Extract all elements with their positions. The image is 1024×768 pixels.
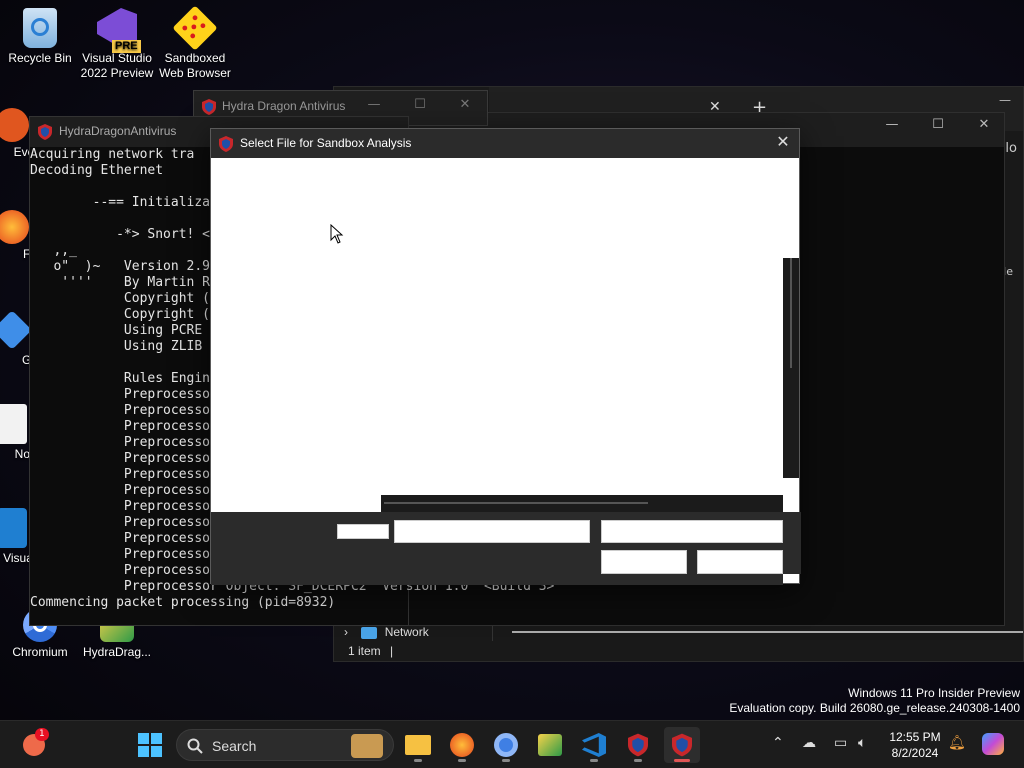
taskbar-hydradragon[interactable] <box>620 727 656 763</box>
taskbar-search[interactable]: Search <box>176 729 394 761</box>
taskbar: 1 Search ⌃ ☁ ▭ 🔈︎ 12:55 PM 8/2/2024 🔔︎ <box>0 720 1024 768</box>
desktop-icon-label: Visual Studio 2022 Preview <box>80 51 154 80</box>
open-button[interactable] <box>601 550 687 574</box>
maximize-icon[interactable]: ☐ <box>923 117 953 132</box>
app-icon <box>0 108 29 142</box>
chromium-icon <box>494 733 518 757</box>
vscode-icon <box>0 508 27 548</box>
minimize-icon[interactable]: — <box>999 93 1011 107</box>
dialog-title: Select File for Sandbox Analysis <box>240 136 412 150</box>
shield-icon <box>202 99 216 115</box>
running-indicator <box>458 759 466 762</box>
date: 8/2/2024 <box>891 746 939 760</box>
chevron-right-icon[interactable]: › <box>344 625 348 639</box>
running-indicator <box>590 759 598 762</box>
running-indicator <box>634 759 642 762</box>
desktop-icon-label: HydraDrag... <box>82 645 152 659</box>
taskbar-vscode[interactable] <box>576 727 612 763</box>
horizontal-scrollbar[interactable] <box>381 495 783 512</box>
recycle-bin-icon <box>23 8 57 48</box>
nav-item-network[interactable]: › Network <box>344 625 429 639</box>
shield-icon <box>672 733 692 757</box>
notepad-icon <box>0 404 27 444</box>
pre-badge: PRE <box>112 40 141 53</box>
minimize-icon[interactable]: — <box>359 97 389 112</box>
running-indicator <box>414 759 422 762</box>
window-title: Hydra Dragon Antivirus <box>222 99 346 113</box>
search-label: Search <box>212 738 257 754</box>
app-icon <box>538 734 562 756</box>
select-file-dialog[interactable]: Select File for Sandbox Analysis ✕ <box>210 128 801 585</box>
search-highlight-icon <box>351 734 383 758</box>
search-icon <box>187 738 203 754</box>
vscode-icon <box>582 733 606 757</box>
taskbar-firefox[interactable] <box>444 727 480 763</box>
status-bar: 1 item | <box>348 644 393 658</box>
notification-count: 1 <box>35 728 49 741</box>
clock[interactable]: 12:55 PM 8/2/2024 <box>880 729 950 761</box>
title-bar: Select File for Sandbox Analysis ✕ <box>211 129 799 158</box>
taskbar-hydradragon-active[interactable] <box>664 727 700 763</box>
running-indicator <box>502 759 510 762</box>
vertical-scrollbar[interactable] <box>783 258 799 478</box>
chevron-up-icon[interactable]: ⌃ <box>772 735 784 751</box>
desktop-icon-label: Chromium <box>12 645 68 659</box>
dialog-footer <box>211 512 801 574</box>
shield-icon <box>219 136 233 152</box>
desktop-icon-label: Recycle Bin <box>8 51 72 65</box>
widgets-button[interactable]: 1 <box>16 727 52 763</box>
cloud-icon[interactable]: ☁ <box>802 735 816 751</box>
mouse-cursor-icon <box>330 224 344 244</box>
filename-label <box>337 524 389 539</box>
divider <box>512 631 1023 633</box>
network-icon[interactable]: ▭ <box>834 735 847 751</box>
shield-icon <box>38 124 52 140</box>
partial-text: lo <box>1005 141 1017 156</box>
divider: | <box>390 644 394 658</box>
taskbar-file-explorer[interactable] <box>400 727 436 763</box>
desktop-icon-visual-studio[interactable]: PRE Visual Studio 2022 Preview <box>77 8 157 81</box>
dialog-edge <box>211 574 783 585</box>
desktop-icon-recycle-bin[interactable]: Recycle Bin <box>0 8 80 66</box>
filename-input[interactable] <box>394 520 590 543</box>
firefox-icon <box>0 210 29 244</box>
scrollbar-thumb[interactable] <box>384 502 648 504</box>
git-icon <box>0 310 32 350</box>
start-button[interactable] <box>132 727 168 763</box>
firefox-icon <box>450 733 474 757</box>
copilot-icon[interactable] <box>982 733 1004 755</box>
item-count: 1 item <box>348 644 381 658</box>
close-button[interactable]: ✕ <box>773 132 793 151</box>
scrollbar-thumb[interactable] <box>790 258 792 368</box>
shield-icon <box>628 733 648 757</box>
volume-icon[interactable]: 🔈︎ <box>858 735 866 751</box>
maximize-icon[interactable]: ☐ <box>405 97 435 112</box>
nav-item-label: Network <box>384 625 429 639</box>
weather-icon: 1 <box>23 728 49 756</box>
cancel-button[interactable] <box>697 550 783 574</box>
file-list-area[interactable] <box>211 158 783 495</box>
close-icon[interactable]: ✕ <box>969 117 999 132</box>
taskbar-app[interactable] <box>532 727 568 763</box>
folder-icon <box>405 735 431 755</box>
windows-logo-icon <box>138 733 162 757</box>
file-type-select[interactable] <box>601 520 783 543</box>
time: 12:55 PM <box>889 730 941 744</box>
minimize-icon[interactable]: — <box>877 117 907 132</box>
bell-icon[interactable]: 🔔︎ <box>948 735 966 751</box>
active-indicator <box>674 759 690 762</box>
watermark-line: Windows 11 Pro Insider Preview <box>848 686 1020 700</box>
network-icon <box>361 626 378 639</box>
desktop-icon-label: Sandboxed Web Browser <box>159 51 231 80</box>
window-title: HydraDragonAntivirus <box>59 124 177 138</box>
taskbar-chromium[interactable] <box>488 727 524 763</box>
desktop-icon-sandboxed-browser[interactable]: Sandboxed Web Browser <box>155 5 235 81</box>
sandboxed-browser-icon <box>172 5 218 51</box>
watermark-line: Evaluation copy. Build 26080.ge_release.… <box>729 701 1020 715</box>
windows-watermark: Windows 11 Pro Insider Preview Evaluatio… <box>729 686 1020 716</box>
close-icon[interactable]: ✕ <box>450 97 480 112</box>
